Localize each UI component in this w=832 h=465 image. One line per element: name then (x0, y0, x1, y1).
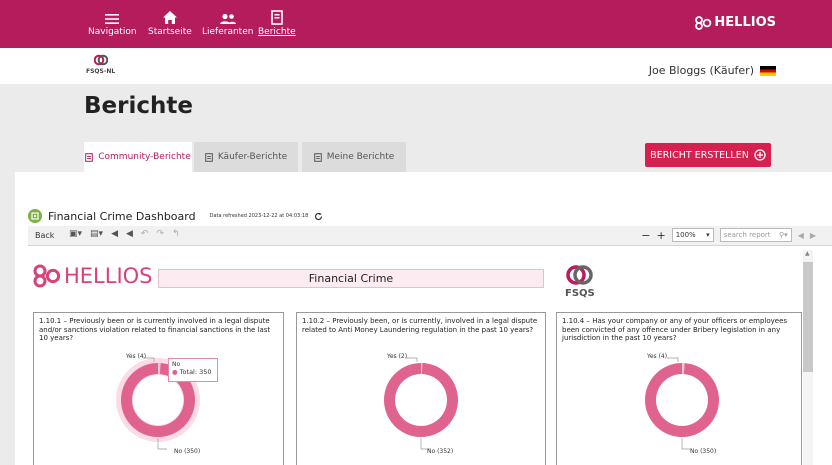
scroll-up-icon[interactable]: ▲ (805, 250, 810, 257)
dashboard-header: Financial Crime Dashboard Data refreshed… (28, 209, 323, 223)
save-icon[interactable]: ▣▾ (69, 229, 82, 239)
redo-icon[interactable]: ↷ (156, 229, 164, 239)
question-card: 1.10.2 – Previously been, or is currentl… (296, 312, 546, 465)
menu-icon (88, 5, 137, 25)
report-scrollbar[interactable]: ▲ (803, 250, 813, 465)
data-refreshed-text: Data refreshed 2023-12-22 at 04:03:18 (209, 213, 309, 219)
refresh-icon[interactable] (314, 212, 323, 221)
nav-item-label: Lieferanten (202, 27, 254, 37)
yes-slice-label: Yes (4) (126, 353, 147, 360)
search-icon: ⚲▾ (779, 231, 788, 239)
report-icon (205, 152, 213, 162)
nav-item-lieferanten[interactable]: Lieferanten (202, 5, 253, 37)
tab-label: Community-Berichte (98, 152, 191, 162)
no-slice-label: No (350) (690, 448, 717, 455)
brand-name: HELLIOS (714, 15, 776, 30)
report-fsqs-logo: FSQS (565, 264, 595, 299)
fsqs-logo-icon (566, 265, 593, 285)
dashboard-icon (28, 209, 42, 223)
nav-item-navigation[interactable]: Navigation (88, 5, 137, 37)
report-viewer-toolbar: Back ▣▾ ▤▾ ◀ ◀ ↶ ↷ ↰ − + 100% ▾ search r… (28, 226, 832, 246)
back-button[interactable]: Back (35, 231, 54, 240)
tab-label: Meine Berichte (326, 152, 395, 162)
yes-slice-label: Yes (2) (387, 353, 408, 360)
user-name: Joe Bloggs (Käufer) (648, 64, 754, 77)
legend-dot-icon: ● (172, 368, 178, 376)
tab-label: Käufer-Berichte (217, 152, 288, 162)
dashboard-title: Financial Crime Dashboard (48, 209, 196, 223)
plus-circle-icon (754, 149, 766, 161)
fsqs-logo-icon (93, 54, 108, 66)
hellios-logo-icon (33, 264, 61, 288)
page-title: Berichte (84, 93, 193, 119)
hellios-logo-icon (695, 15, 712, 30)
zoom-out-icon[interactable]: − (641, 229, 650, 242)
reset-icon[interactable]: ↰ (172, 229, 180, 239)
reports-icon (258, 5, 296, 25)
no-slice-label: No (350) (174, 448, 201, 455)
undo-icon[interactable]: ↶ (141, 229, 149, 239)
first-page-icon[interactable]: ◀ (111, 229, 118, 239)
report-icon (85, 152, 94, 162)
nav-item-berichte[interactable]: Berichte (258, 5, 296, 37)
tab-meine-berichte[interactable]: Meine Berichte (302, 142, 406, 172)
question-text: 1.10.4 – Has your company or any of your… (562, 317, 788, 342)
suppliers-icon (202, 5, 253, 25)
previous-page-icon[interactable]: ◀ (126, 229, 133, 239)
top-navigation-bar: Navigation Startseite Lieferanten Berich… (0, 0, 832, 48)
fsqs-caption: FSQS (565, 288, 595, 299)
question-text: 1.10.2 – Previously been, or is currentl… (302, 317, 538, 334)
tab-community-berichte[interactable]: Community-Berichte (84, 142, 192, 172)
tooltip-title: No (172, 361, 181, 368)
report-hellios-logo: HELLIOS (32, 264, 153, 288)
create-report-label: BERICHT ERSTELLEN (650, 149, 749, 161)
home-icon (148, 5, 192, 25)
nav-item-label: Navigation (88, 27, 137, 37)
zoom-select[interactable]: 100% ▾ (671, 228, 714, 242)
report-icon (313, 152, 322, 162)
question-card: 1.10.4 – Has your company or any of your… (556, 312, 802, 465)
fsqs-nl-caption: FSQS-NL (86, 68, 116, 75)
zoom-value: 100% (675, 231, 696, 239)
zoom-in-icon[interactable]: + (656, 229, 665, 242)
chevron-down-icon: ▾ (706, 231, 710, 239)
nav-item-label: Berichte (258, 27, 296, 37)
chart-tooltip: No ● Total: 350 (168, 358, 218, 382)
search-placeholder: search report (723, 231, 771, 239)
search-report-input[interactable]: search report ⚲▾ (719, 228, 792, 242)
hellios-logo[interactable]: HELLIOS (694, 15, 776, 30)
user-menu[interactable]: Joe Bloggs (Käufer) (649, 64, 776, 77)
export-icon[interactable]: ▤▾ (90, 229, 103, 239)
german-flag-icon (760, 65, 776, 76)
question-card: 1.10.1 – Previously been or is currently… (33, 312, 284, 465)
organisation-bar: FSQS-NL Joe Bloggs (Käufer) (0, 48, 832, 84)
nav-item-label: Startseite (148, 27, 192, 37)
scrollbar-thumb[interactable] (803, 262, 813, 372)
report-brand-name: HELLIOS (64, 264, 153, 288)
no-slice-label: No (352) (427, 448, 454, 455)
yes-slice-label: Yes (4) (647, 353, 668, 360)
question-text: 1.10.1 – Previously been or is currently… (39, 317, 271, 342)
tab-kaeufer-berichte[interactable]: Käufer-Berichte (194, 142, 298, 172)
fsqs-nl-logo: FSQS-NL (86, 54, 115, 75)
tooltip-value: Total: 350 (179, 368, 212, 376)
create-report-button[interactable]: BERICHT ERSTELLEN (645, 143, 771, 167)
nav-item-startseite[interactable]: Startseite (148, 5, 192, 37)
previous-result-icon[interactable]: ◀ (798, 231, 804, 240)
next-result-icon[interactable]: ▶ (810, 231, 816, 240)
report-title: Financial Crime (158, 269, 544, 288)
